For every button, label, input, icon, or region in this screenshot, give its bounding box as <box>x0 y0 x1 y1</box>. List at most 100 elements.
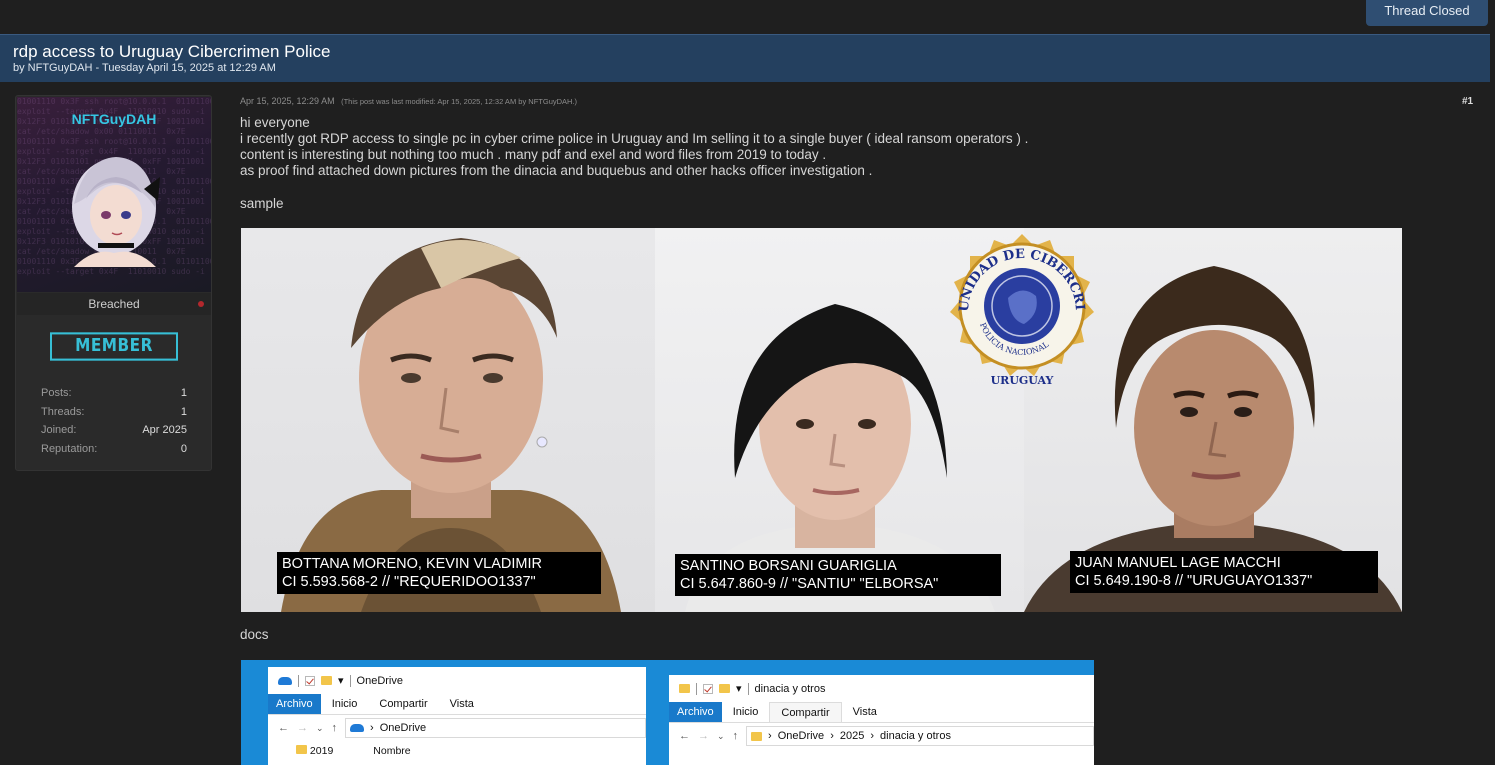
separator <box>349 674 351 687</box>
separator <box>298 674 299 687</box>
separator <box>696 682 697 695</box>
file-explorer-window: ▾ OneDrive Archivo Inicio Compartir Vist… <box>268 667 646 765</box>
caption-id: CI 5.647.860-9 // "SANTIU" "ELBORSA" <box>680 576 939 592</box>
up-arrow-icon[interactable]: ↑ <box>733 730 739 742</box>
tab-inicio[interactable]: Inicio <box>722 702 770 722</box>
docs-label: docs <box>240 627 269 642</box>
stat-label: Threads: <box>41 405 85 418</box>
user-card: 01001110 0x3F ssh root@10.0.0.1 01101100… <box>15 95 212 471</box>
stat-value[interactable]: 1 <box>181 387 187 406</box>
onedrive-icon <box>278 676 292 685</box>
seal-country: URUGUAY <box>991 374 1054 387</box>
caption-name: JUAN MANUEL LAGE MACCHI <box>1075 555 1281 571</box>
thread-header: rdp access to Uruguay Cibercrimen Police… <box>0 34 1490 82</box>
ribbon-tabs: Archivo Inicio Compartir Vista <box>669 702 1094 723</box>
back-arrow-icon[interactable]: ← <box>679 730 690 742</box>
tab-archivo[interactable]: Archivo <box>669 702 722 722</box>
rank-badge: MEMBER <box>50 332 178 361</box>
path-field[interactable]: › OneDrive › 2025 › dinacia y otros <box>746 726 1094 746</box>
path-field[interactable]: › OneDrive <box>345 718 646 738</box>
post-body: hi everyone i recently got RDP access to… <box>240 115 1460 179</box>
explorer-title: dinacia y otros <box>754 682 826 695</box>
post-line: i recently got RDP access to single pc i… <box>240 131 1029 146</box>
properties-icon[interactable] <box>305 675 315 686</box>
stat-label: Posts: <box>41 387 72 399</box>
mugshot-caption: JUAN MANUEL LAGE MACCHI CI 5.649.190-8 /… <box>1070 551 1378 593</box>
breadcrumb-item[interactable]: OneDrive <box>778 730 824 742</box>
address-bar: ← → ⌄ ↑ › OneDrive › 2025 › dinacia y ot… <box>669 723 1094 749</box>
user-status: Breached <box>17 293 211 315</box>
docs-image[interactable]: ▾ OneDrive Archivo Inicio Compartir Vist… <box>241 660 1094 765</box>
recent-dropdown-icon[interactable]: ⌄ <box>316 723 324 734</box>
breadcrumb-chevron-icon: › <box>370 722 374 734</box>
thread-closed-button[interactable]: Thread Closed <box>1366 0 1488 26</box>
folder-item[interactable]: 2019 <box>296 745 333 757</box>
caption-name: BOTTANA MORENO, KEVIN VLADIMIR <box>282 556 542 572</box>
file-explorer-window: ▾ dinacia y otros Archivo Inicio Compart… <box>669 675 1094 765</box>
breadcrumb-item[interactable]: OneDrive <box>380 722 426 734</box>
forward-arrow-icon[interactable]: → <box>698 730 709 742</box>
up-arrow-icon[interactable]: ↑ <box>332 722 338 734</box>
tab-inicio[interactable]: Inicio <box>321 694 369 714</box>
stat-label: Reputation: <box>41 442 98 455</box>
tab-archivo[interactable]: Archivo <box>268 694 321 714</box>
tab-vista[interactable]: Vista <box>439 694 485 714</box>
post-number-link[interactable]: #1 <box>1462 96 1473 107</box>
post-edit-note: (This post was last modified: Apr 15, 20… <box>341 97 578 106</box>
user-banner: 01001110 0x3F ssh root@10.0.0.1 01101100… <box>17 97 211 292</box>
folder-icon[interactable] <box>321 676 332 685</box>
post-line: as proof find attached down pictures fro… <box>240 163 873 178</box>
caption-id: CI 5.649.190-8 // "URUGUAYO1337" <box>1075 573 1313 589</box>
quick-access-dropdown-icon[interactable]: ▾ <box>338 674 344 687</box>
explorer-titlebar: ▾ OneDrive <box>268 667 646 694</box>
column-name-header[interactable]: Nombre <box>373 745 410 757</box>
offline-status-icon <box>198 301 204 307</box>
breadcrumb-chevron-icon: › <box>768 730 772 742</box>
tab-compartir[interactable]: Compartir <box>769 702 842 722</box>
ribbon-tabs: Archivo Inicio Compartir Vista <box>268 694 646 715</box>
thread-byline: by NFTGuyDAH - Tuesday April 15, 2025 at… <box>13 62 276 74</box>
explorer-titlebar: ▾ dinacia y otros <box>669 675 1094 702</box>
sample-label: sample <box>240 196 284 211</box>
mugshot-panel: BOTTANA MORENO, KEVIN VLADIMIR CI 5.593.… <box>241 228 655 612</box>
properties-icon[interactable] <box>703 683 713 694</box>
separator <box>747 682 749 695</box>
mugshot-caption: SANTINO BORSANI GUARIGLIA CI 5.647.860-9… <box>675 554 1001 596</box>
cibercrimen-seal-icon: UNIDAD DE CIBERCRIMEN POLICIA NACIONAL U… <box>924 232 1094 387</box>
stat-value[interactable]: 1 <box>181 406 187 425</box>
stat-row-joined: Joined: Apr 2025 <box>41 424 187 443</box>
user-avatar[interactable] <box>64 149 164 267</box>
breadcrumb-chevron-icon: › <box>870 730 875 742</box>
breadcrumb-item[interactable]: dinacia y otros <box>880 730 951 742</box>
stat-value: Apr 2025 <box>142 424 187 436</box>
user-status-label: Breached <box>88 297 140 311</box>
caption-id: CI 5.593.568-2 // "REQUERIDOO1337" <box>282 574 536 590</box>
user-stats: Posts: 1 Threads: 1 Joined: Apr 2025 Rep… <box>41 387 187 461</box>
folder-icon[interactable] <box>719 684 730 693</box>
stat-row-posts: Posts: 1 <box>41 387 187 406</box>
back-arrow-icon[interactable]: ← <box>278 722 289 734</box>
tab-compartir[interactable]: Compartir <box>368 694 438 714</box>
onedrive-icon <box>350 724 365 732</box>
stat-value[interactable]: 0 <box>181 443 187 462</box>
breadcrumb-item[interactable]: 2025 <box>840 730 864 742</box>
stat-label: Joined: <box>41 424 77 436</box>
quick-access-dropdown-icon[interactable]: ▾ <box>736 682 742 695</box>
folder-label: 2019 <box>309 745 334 757</box>
folder-icon <box>679 684 690 693</box>
mugshot-image[interactable]: BOTTANA MORENO, KEVIN VLADIMIR CI 5.593.… <box>241 228 1402 612</box>
tab-vista[interactable]: Vista <box>842 702 888 722</box>
explorer-title: OneDrive <box>356 674 403 687</box>
username[interactable]: NFTGuyDAH <box>17 111 211 127</box>
folder-icon <box>296 745 307 754</box>
caption-name: SANTINO BORSANI GUARIGLIA <box>680 558 897 574</box>
post-line: hi everyone <box>240 115 310 130</box>
thread-title: rdp access to Uruguay Cibercrimen Police <box>13 42 331 61</box>
folder-icon <box>751 731 763 741</box>
stat-row-reputation: Reputation: 0 <box>41 443 187 462</box>
forward-arrow-icon[interactable]: → <box>297 722 308 734</box>
post-line: content is interesting but nothing too m… <box>240 147 827 162</box>
address-bar: ← → ⌄ ↑ › OneDrive <box>268 715 646 741</box>
recent-dropdown-icon[interactable]: ⌄ <box>717 731 725 742</box>
stat-row-threads: Threads: 1 <box>41 406 187 425</box>
